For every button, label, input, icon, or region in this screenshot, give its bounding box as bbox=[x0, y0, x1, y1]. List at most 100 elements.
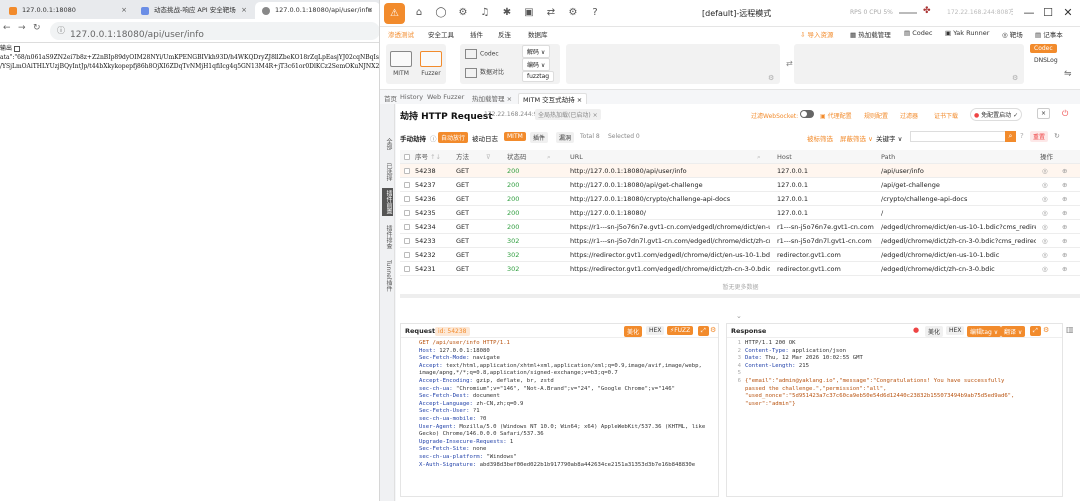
mitm-tool[interactable]: MITM bbox=[390, 51, 412, 77]
settings-icon[interactable]: ⚙ bbox=[457, 7, 469, 19]
request-editor[interactable]: GET /api/user/info HTTP/1.1 Host: 127.0.0… bbox=[401, 340, 705, 469]
menu-security-tools[interactable]: 安全工具 bbox=[428, 29, 454, 39]
auto-config-button[interactable]: ● 免配置启动 ✓ bbox=[970, 108, 1023, 121]
bug-icon[interactable]: ✱ bbox=[501, 7, 513, 19]
menu-database[interactable]: 数据库 bbox=[528, 29, 548, 39]
view-icon[interactable]: ◎ bbox=[1042, 192, 1048, 206]
more-icon[interactable]: ⊕ bbox=[1062, 164, 1067, 178]
risk-tag[interactable]: 漏洞 bbox=[556, 132, 575, 143]
menu-reverse[interactable]: 反连 bbox=[498, 29, 511, 39]
table-row[interactable]: 54232 GET 302 https://redirector.gvt1.com/e… bbox=[400, 248, 1080, 262]
keyword-select[interactable]: 关键字 ∨ bbox=[876, 133, 902, 143]
more-icon[interactable]: ⊕ bbox=[1062, 234, 1067, 248]
view-icon[interactable]: ◎ bbox=[1042, 262, 1048, 276]
tab-mitm[interactable]: MITM 交互式劫持 × bbox=[518, 93, 588, 104]
browser-tab-active[interactable]: 127.0.0.1:18080/api/user/info × bbox=[255, 2, 380, 19]
cert-download-button[interactable]: 证书下载 bbox=[934, 111, 958, 120]
translate-button[interactable]: 翻译 ∨ bbox=[1001, 326, 1026, 337]
stop-button[interactable]: × bbox=[1037, 108, 1051, 119]
terminal-icon[interactable]: ▣ bbox=[523, 7, 535, 19]
user-icon[interactable]: ◯ bbox=[435, 7, 447, 19]
more-icon[interactable]: ⊕ bbox=[1062, 206, 1067, 220]
settings-icon[interactable]: ⚙ bbox=[1043, 326, 1049, 334]
beautify-button[interactable]: 美化 bbox=[624, 326, 643, 337]
home-icon[interactable]: ⌂ bbox=[413, 7, 425, 19]
edit-tag-button[interactable]: 编辑tag ∨ bbox=[967, 326, 1002, 337]
view-icon[interactable]: ◎ bbox=[1042, 248, 1048, 262]
beautify-button[interactable]: 美化 bbox=[925, 326, 944, 337]
pin-icon[interactable]: ⫶ bbox=[1004, 4, 1020, 22]
col-status[interactable]: 状态码 bbox=[507, 150, 527, 164]
more-icon[interactable]: ⊕ bbox=[1062, 220, 1067, 234]
reload-icon[interactable]: ↻ bbox=[33, 23, 41, 33]
horizontal-scrollbar[interactable] bbox=[400, 294, 1080, 298]
help-icon[interactable]: ? bbox=[1020, 132, 1024, 140]
row-checkbox[interactable] bbox=[404, 196, 410, 202]
fuzztag-button[interactable]: fuzztag bbox=[522, 71, 555, 82]
browser-tab[interactable]: 动态挑战-响应 API 安全靶场 × bbox=[134, 2, 254, 19]
codec-side-tag[interactable]: Codec bbox=[1030, 44, 1057, 53]
search-icon[interactable]: ⌕ bbox=[1005, 131, 1016, 142]
sidebar-tunnel[interactable]: Tunnel插件 bbox=[382, 258, 393, 294]
col-host[interactable]: Host bbox=[777, 150, 792, 164]
import-resource-button[interactable]: ⇩ 导入资源 bbox=[800, 29, 834, 39]
table-row[interactable]: 54238 GET 200 http://127.0.0.1:18080/api/us… bbox=[400, 164, 1080, 178]
help-icon[interactable]: ? bbox=[589, 7, 601, 19]
col-path[interactable]: Path bbox=[881, 150, 895, 164]
hex-button[interactable]: HEX bbox=[946, 326, 965, 335]
row-checkbox[interactable] bbox=[404, 252, 410, 258]
more-icon[interactable]: ⊕ bbox=[1062, 178, 1067, 192]
swap-icon[interactable]: ⇄ bbox=[786, 59, 793, 68]
table-row[interactable]: 54234 GET 200 https://r1---sn-j5o76n7e.gvt1… bbox=[400, 220, 1080, 234]
close-icon[interactable]: × bbox=[367, 2, 373, 19]
menu-plugins[interactable]: 插件 bbox=[470, 29, 483, 39]
table-row[interactable]: 54236 GET 200 http://127.0.0.1:18080/crypto… bbox=[400, 192, 1080, 206]
settings-small-icon[interactable]: ⚙ bbox=[1012, 74, 1018, 82]
tab-hot-reload[interactable]: 热加载管理 × bbox=[472, 93, 512, 103]
sidebar-hot-reload[interactable]: 插件前置 bbox=[382, 188, 393, 216]
col-method[interactable]: 方法 bbox=[456, 150, 469, 164]
ws-toggle[interactable] bbox=[800, 110, 814, 118]
col-url[interactable]: URL bbox=[570, 150, 583, 164]
more-icon[interactable]: ⊕ bbox=[1062, 262, 1067, 276]
yak-runner-button[interactable]: ▣ Yak Runner bbox=[945, 29, 989, 37]
reset-button[interactable]: 重置 bbox=[1030, 131, 1049, 142]
collapse-icon[interactable]: ⇋ bbox=[1064, 69, 1072, 79]
select-all-checkbox[interactable] bbox=[404, 154, 410, 160]
more-icon[interactable]: ⊕ bbox=[1062, 192, 1067, 206]
tab-home[interactable]: 首页 bbox=[384, 93, 397, 103]
dnslog-side-tag[interactable]: DNSLog bbox=[1030, 56, 1062, 65]
open-icon[interactable]: ⤢ bbox=[698, 326, 709, 336]
decode-select[interactable]: 解码 ∨ bbox=[522, 45, 551, 58]
notepad-button[interactable]: ▤ 记事本 bbox=[1035, 29, 1063, 39]
row-checkbox[interactable] bbox=[404, 168, 410, 174]
hex-button[interactable]: HEX bbox=[646, 326, 665, 335]
mode-tag[interactable]: 全局热加载(已启动) × bbox=[535, 109, 601, 120]
table-row[interactable]: 54235 GET 200 http://127.0.0.1:18080/127.0.… bbox=[400, 206, 1080, 220]
back-icon[interactable]: ← bbox=[3, 23, 11, 33]
auto-forward-tag[interactable]: 自动放行 bbox=[438, 132, 469, 143]
fuzzer-tool[interactable]: Fuzzer bbox=[420, 51, 442, 77]
settings-small-icon[interactable]: ⚙ bbox=[768, 74, 774, 82]
minimize-button[interactable]: — bbox=[1021, 4, 1037, 22]
plugin-tag[interactable]: 插件 bbox=[530, 132, 549, 143]
row-checkbox[interactable] bbox=[404, 210, 410, 216]
rule-config-button[interactable]: 规则配置 bbox=[864, 111, 888, 120]
close-icon[interactable]: × bbox=[241, 2, 247, 19]
view-icon[interactable]: ◎ bbox=[1042, 220, 1048, 234]
gear-icon[interactable]: ⚙ bbox=[567, 7, 579, 19]
passive-log-label[interactable]: 被动日志 bbox=[472, 133, 498, 143]
fuzz-button[interactable]: ⚡FUZZ bbox=[667, 326, 694, 335]
response-editor[interactable]: 1 HTTP/1.1 200 OK 2 Content-Type: applicati… bbox=[727, 340, 1015, 408]
chrome-icon[interactable]: ● bbox=[913, 326, 919, 334]
codec-tool[interactable]: Codec bbox=[465, 49, 499, 59]
view-icon[interactable]: ◎ bbox=[1042, 206, 1048, 220]
splitter-icon[interactable]: ⌄ bbox=[736, 312, 742, 320]
remote-icon[interactable]: ⇄ bbox=[545, 7, 557, 19]
encode-select[interactable]: 编码 ∨ bbox=[522, 58, 551, 71]
mitm-tag[interactable]: MITM bbox=[504, 132, 526, 141]
table-row[interactable]: 54231 GET 302 https://redirector.gvt1.com/e… bbox=[400, 262, 1080, 276]
marked-filter[interactable]: 被标筛选 bbox=[807, 133, 833, 143]
search-icon[interactable]: ⌕ bbox=[547, 150, 551, 164]
sidebar-all[interactable]: 全部 bbox=[382, 133, 393, 155]
